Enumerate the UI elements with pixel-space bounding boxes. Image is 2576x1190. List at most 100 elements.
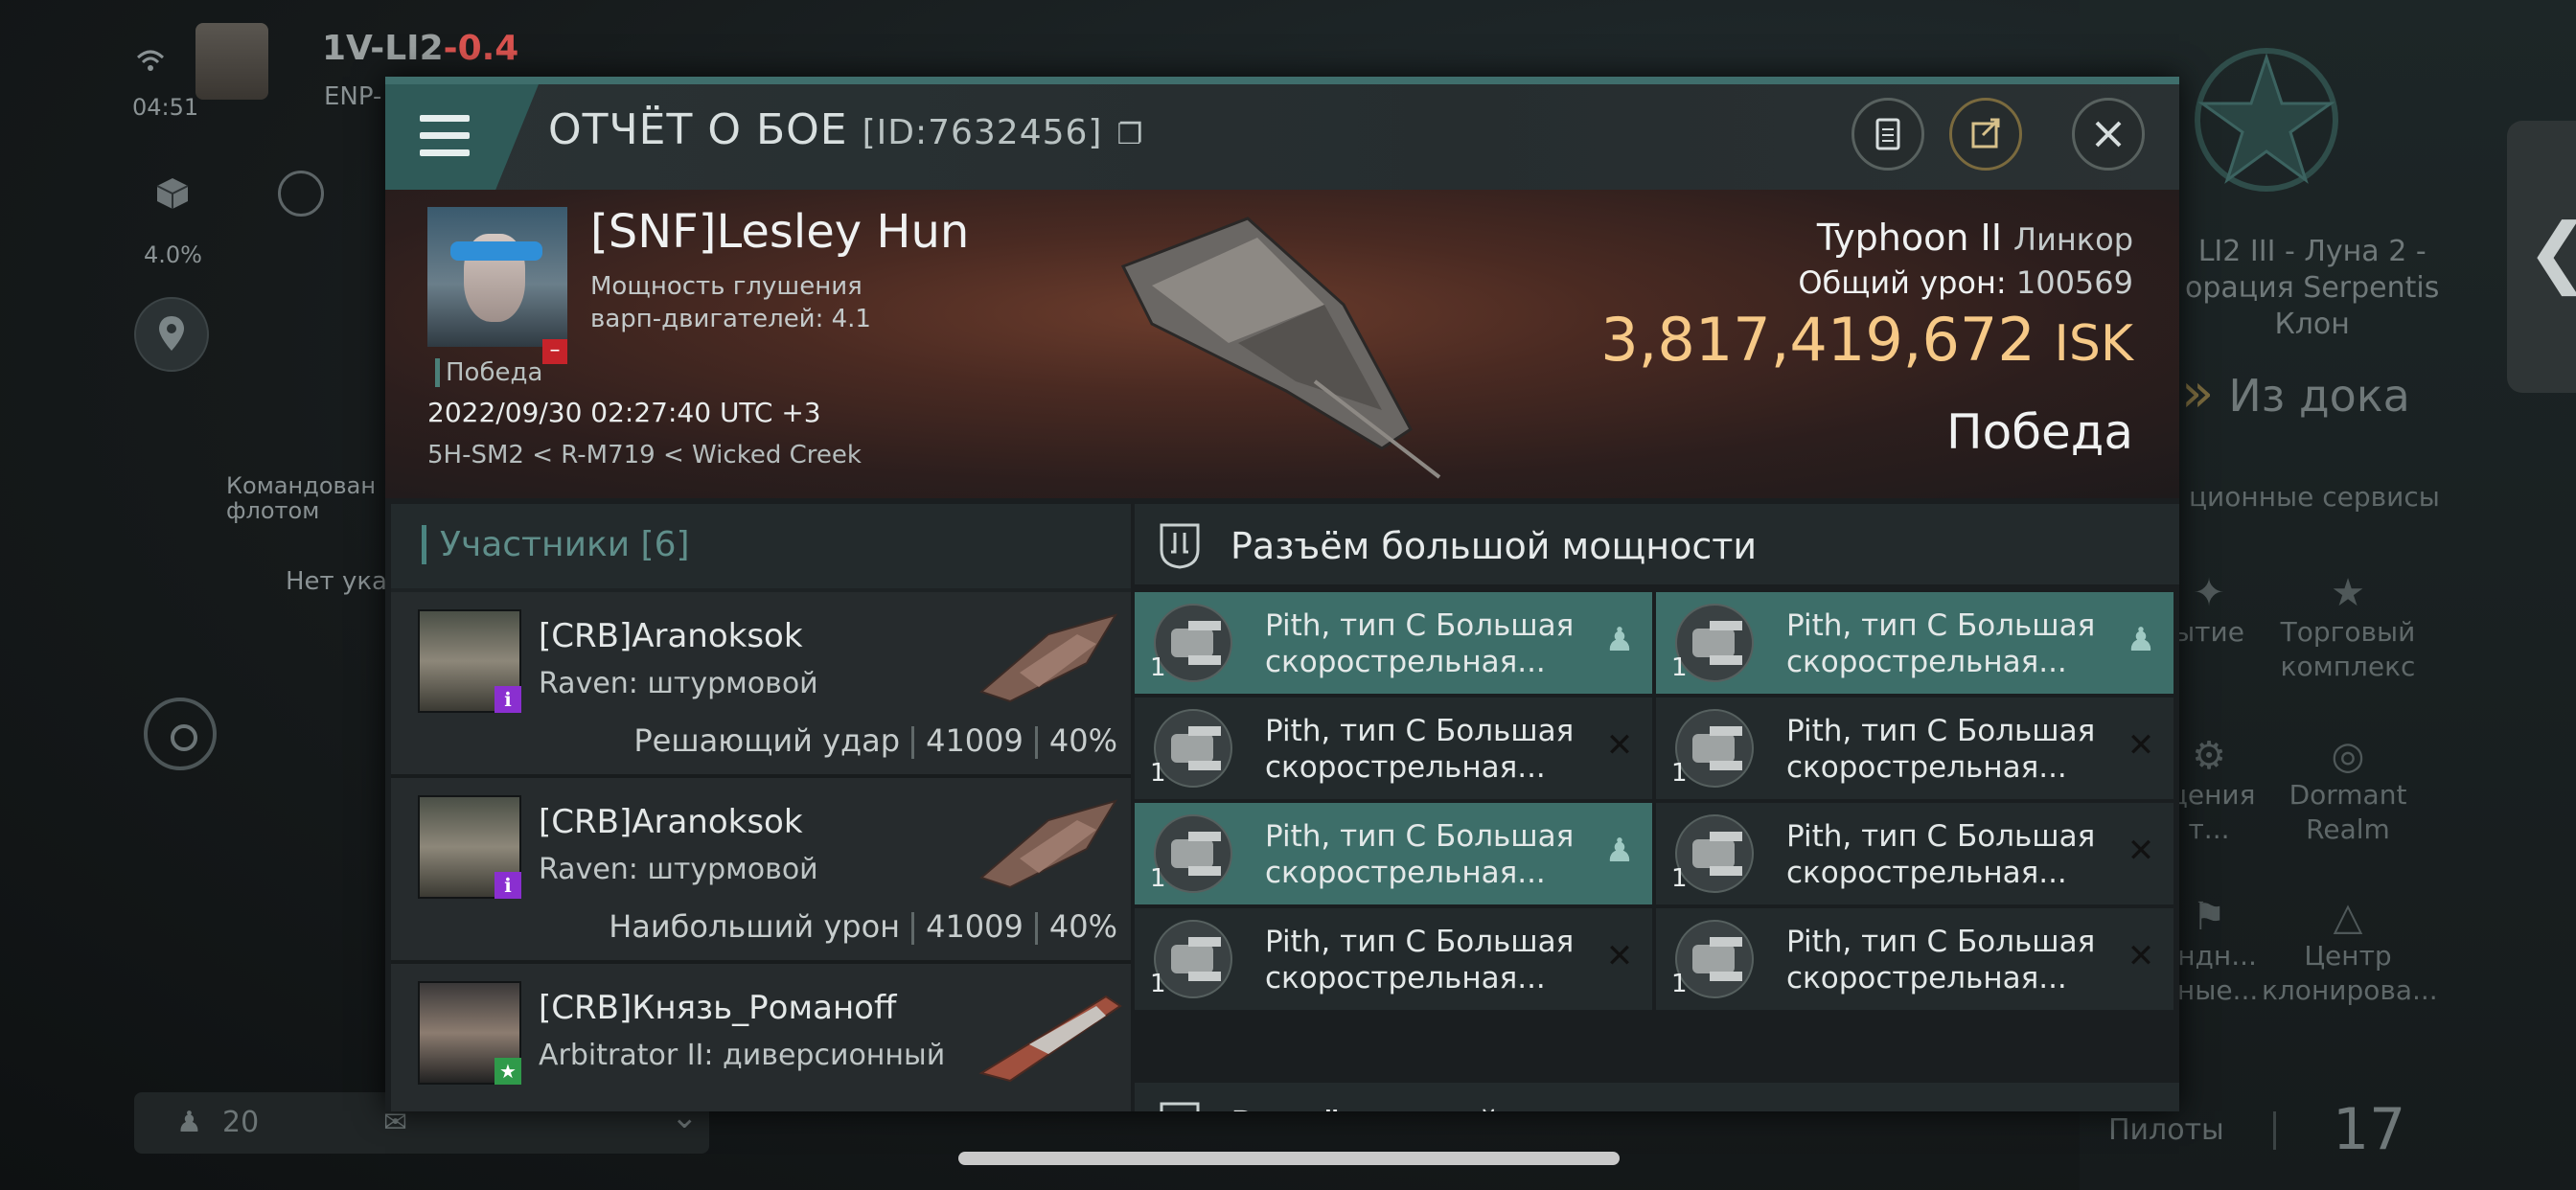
destroyed-icon: ✕ bbox=[1605, 937, 1634, 975]
local-count: 20 bbox=[222, 1106, 260, 1139]
module-name-line1: Pith, тип C Большая bbox=[1265, 819, 1575, 854]
participant-stats: Наибольший урон 41009 40% bbox=[609, 908, 1117, 945]
corporation-logo-icon bbox=[2185, 38, 2348, 201]
close-button[interactable] bbox=[2072, 98, 2145, 171]
participant-row[interactable]: ℹ [CRB]Aranoksok Raven: штурмовой Решающ… bbox=[391, 592, 1131, 778]
total-damage-value: 100569 bbox=[2015, 264, 2133, 301]
person-icon: ♟ bbox=[1604, 621, 1635, 659]
participant-ship-image bbox=[978, 995, 1122, 1083]
mid-slot-icon bbox=[1160, 1102, 1200, 1111]
participant-name: [CRB]Князь_Романoff bbox=[539, 989, 897, 1027]
participant-damage: 41009 bbox=[926, 908, 1024, 945]
services-label: ционные сервисы bbox=[2189, 481, 2440, 513]
module-name: Pith, тип C Большая скорострельная... bbox=[1265, 818, 1591, 891]
module-slot[interactable]: 1 Pith, тип C Большая скорострельная... ✕ bbox=[1656, 908, 2174, 1010]
cargo-icon[interactable] bbox=[153, 174, 192, 213]
module-slot[interactable]: 1 Pith, тип C Большая скорострельная... ♟ bbox=[1656, 592, 2174, 694]
side-drawer-button[interactable]: ❮ bbox=[2507, 121, 2576, 393]
stat-divider bbox=[1034, 912, 1038, 945]
status-time: 04:51 bbox=[132, 94, 199, 121]
share-icon bbox=[1971, 118, 2000, 149]
person-icon: ♟ bbox=[2126, 621, 2156, 659]
module-name: Pith, тип C Большая скорострельная... bbox=[1786, 607, 2112, 680]
participants-header: Участники [6] bbox=[391, 504, 1131, 588]
report-id[interactable]: [ID:7632456] bbox=[862, 113, 1103, 152]
module-slot[interactable]: 1 Pith, тип C Большая скорострельная... ♟ bbox=[1135, 803, 1652, 904]
target-button[interactable] bbox=[144, 698, 217, 770]
victim-ship[interactable]: Typhoon II Линкор bbox=[1817, 217, 2133, 259]
mid-slots-title: Разъём малой мощности bbox=[1230, 1104, 1707, 1111]
participant-ship-image bbox=[979, 613, 1118, 703]
module-name-line2: скорострельная... bbox=[1265, 645, 1546, 679]
module-quantity: 1 bbox=[1671, 864, 1688, 893]
module-name: Pith, тип C Большая скорострельная... bbox=[1786, 713, 2112, 786]
participant-ship: Raven: штурмовой bbox=[539, 853, 818, 886]
share-button[interactable] bbox=[1949, 98, 2022, 171]
modal-title-text: ОТЧЁТ О БОЕ bbox=[548, 105, 848, 154]
participant-row[interactable]: ℹ [CRB]Aranoksok Raven: штурмовой Наибол… bbox=[391, 778, 1131, 964]
participant-ship-image bbox=[979, 799, 1118, 889]
service-item-4[interactable]: ◎ Dormant Realm bbox=[2271, 734, 2425, 847]
system-name-text: 1V-LI2 bbox=[322, 29, 444, 68]
participant-row[interactable]: ★ [CRB]Князь_Романoff Arbitrator II: див… bbox=[391, 964, 1131, 1111]
target-icon bbox=[171, 724, 197, 751]
participants-title: Участники [6] bbox=[422, 525, 690, 564]
module-name-line1: Pith, тип C Большая bbox=[1265, 608, 1575, 643]
module-slot[interactable]: 1 Pith, тип C Большая скорострельная... ✕ bbox=[1135, 908, 1652, 1010]
realm-icon: ◎ bbox=[2331, 734, 2365, 778]
station-name: LI2 III - Луна 2 - орация Serpentis Клон bbox=[2185, 235, 2440, 341]
isk-unit: ISK bbox=[2054, 315, 2133, 373]
module-name: Pith, тип C Большая скорострельная... bbox=[1265, 924, 1591, 996]
fleet-badge-icon: ℹ bbox=[494, 872, 521, 899]
module-name-line1: Pith, тип C Большая bbox=[1786, 608, 2096, 643]
fitting-icon[interactable] bbox=[278, 171, 324, 217]
service-item-6[interactable]: △ Центр клонирова... bbox=[2262, 895, 2438, 1008]
service-label-2: Торговый комплекс bbox=[2280, 616, 2416, 682]
module-slot[interactable]: 1 Pith, тип C Большая скорострельная... ✕ bbox=[1135, 698, 1652, 799]
location-pin-icon bbox=[159, 316, 184, 351]
mid-slots-header: Разъём малой мощности bbox=[1135, 1083, 2179, 1111]
high-slots-header: Разъём большой мощности bbox=[1135, 504, 2179, 584]
isk-amount: 3,817,419,672 bbox=[1600, 305, 2036, 375]
destroyed-icon: ✕ bbox=[2127, 726, 2155, 765]
participant-ship: Raven: штурмовой bbox=[539, 667, 818, 700]
modal-top-accent bbox=[385, 77, 2179, 84]
victim-ship-image[interactable] bbox=[1094, 199, 1459, 487]
stat-divider bbox=[911, 726, 915, 759]
person-icon: ♟ bbox=[1604, 832, 1635, 870]
participant-avatar: ℹ bbox=[418, 609, 521, 713]
hostile-badge-icon: – bbox=[542, 339, 567, 364]
clipboard-button[interactable] bbox=[1852, 98, 1924, 171]
system-name[interactable]: 1V-LI2-0.4 bbox=[322, 29, 518, 68]
service-item-2[interactable]: ★ Торговый комплекс bbox=[2271, 571, 2425, 684]
destroyed-icon: ✕ bbox=[2127, 937, 2155, 975]
module-name-line2: скорострельная... bbox=[1786, 856, 2067, 890]
module-quantity: 1 bbox=[1150, 864, 1166, 893]
pilots-count: 17 bbox=[2333, 1096, 2406, 1163]
close-icon bbox=[2095, 121, 2122, 148]
module-name: Pith, тип C Большая скорострельная... bbox=[1265, 607, 1591, 680]
clone-icon: △ bbox=[2333, 895, 2363, 939]
module-quantity: 1 bbox=[1671, 653, 1688, 682]
undock-button[interactable]: » Из дока bbox=[2181, 362, 2410, 427]
portrait-band bbox=[450, 241, 542, 261]
module-slot[interactable]: 1 Pith, тип C Большая скорострельная... ♟ bbox=[1135, 592, 1652, 694]
stat-divider bbox=[911, 912, 915, 945]
module-slot[interactable]: 1 Pith, тип C Большая скорострельная... ✕ bbox=[1656, 803, 2174, 904]
victim-portrait[interactable]: – bbox=[427, 207, 567, 364]
service-label-4: Dormant Realm bbox=[2288, 779, 2407, 845]
victim-ship-name: Typhoon II bbox=[1816, 217, 2002, 259]
participant-stats: Решающий удар 41009 40% bbox=[633, 722, 1117, 759]
high-slot-icon bbox=[1160, 523, 1200, 569]
module-slot[interactable]: 1 Pith, тип C Большая скорострельная... ✕ bbox=[1656, 698, 2174, 799]
wifi-icon bbox=[134, 44, 167, 77]
isk-value: 3,817,419,672 ISK bbox=[1600, 305, 2133, 375]
copy-icon[interactable]: ❐ bbox=[1116, 118, 1143, 151]
clipboard-icon bbox=[1875, 118, 1900, 150]
captain-avatar[interactable] bbox=[196, 23, 268, 100]
kill-location[interactable]: 5H-SM2 < R-M719 < Wicked Creek bbox=[427, 441, 862, 469]
module-name-line1: Pith, тип C Большая bbox=[1786, 819, 2096, 854]
home-indicator[interactable] bbox=[958, 1152, 1620, 1165]
victim-name[interactable]: [SNF]Lesley Hun bbox=[590, 205, 969, 259]
location-pin-button[interactable] bbox=[134, 297, 209, 372]
